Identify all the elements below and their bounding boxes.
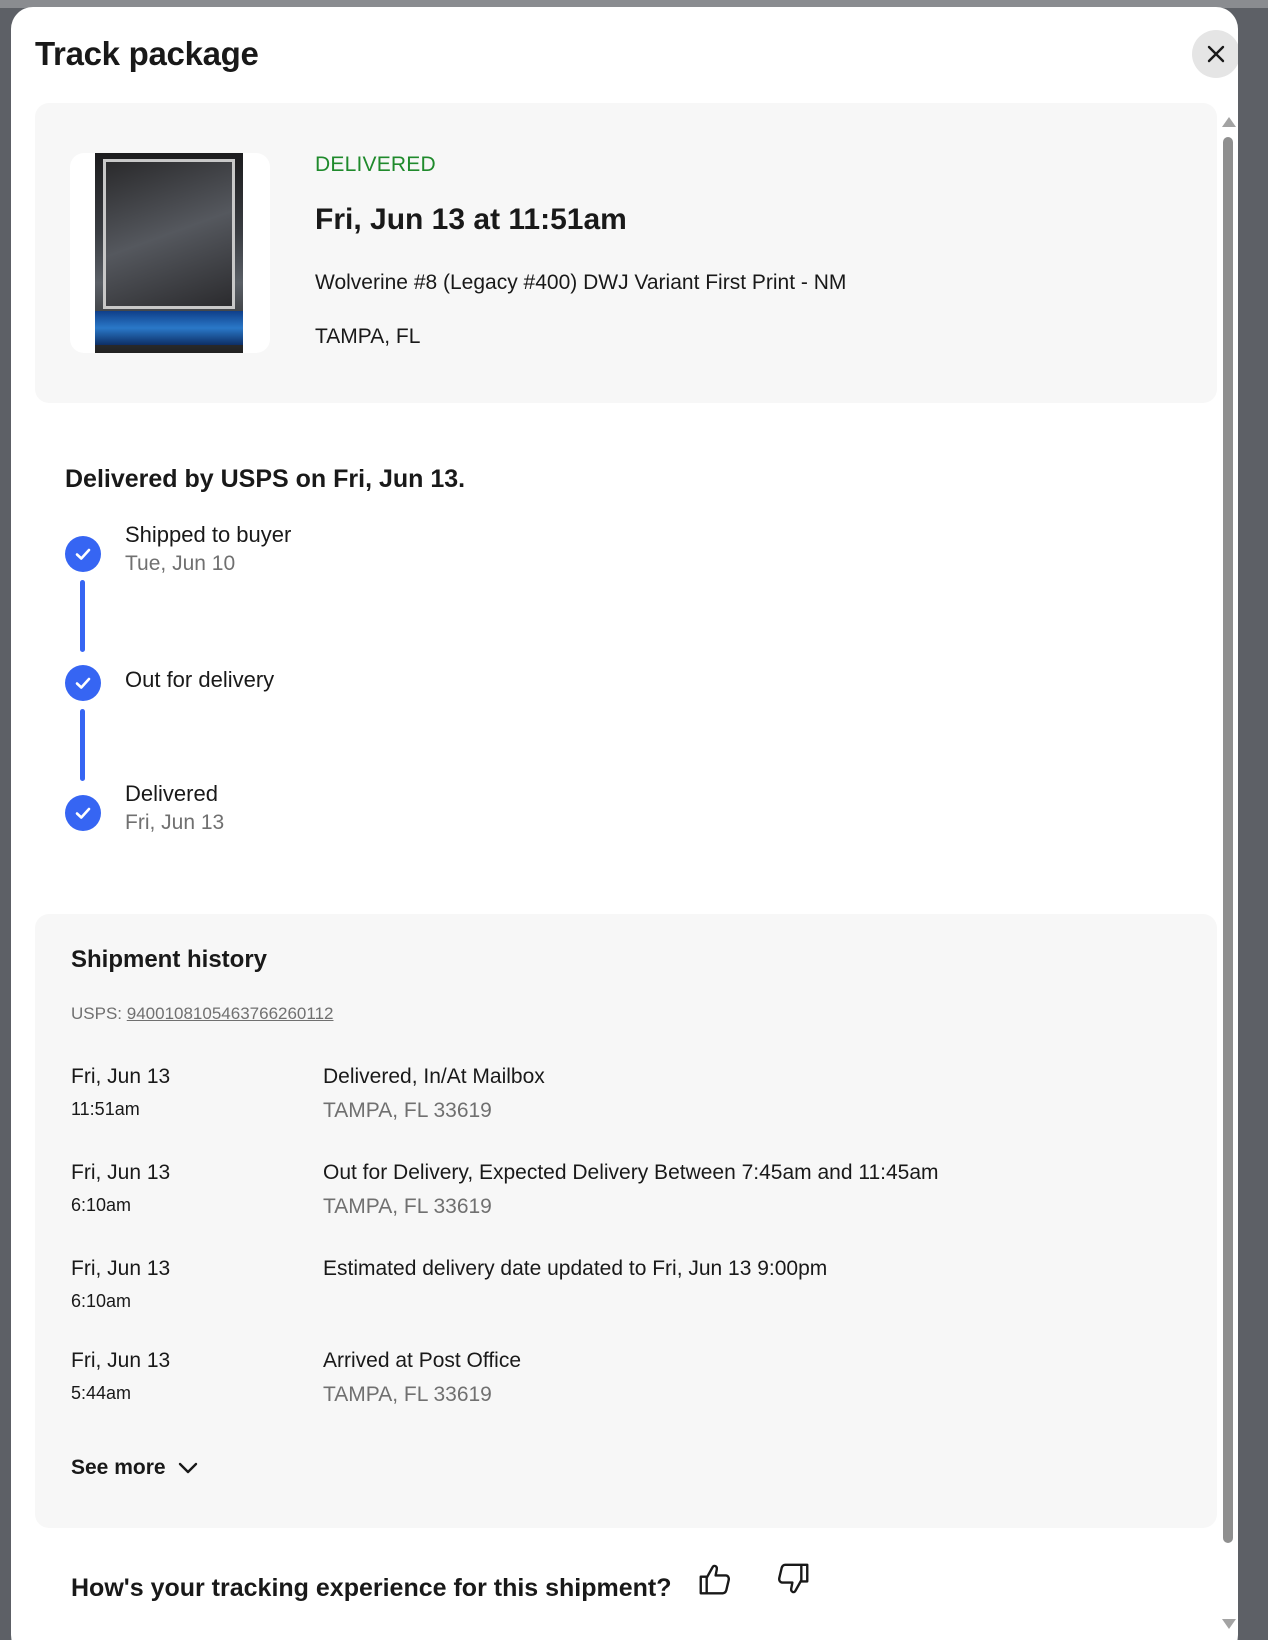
see-more-button[interactable]: See more [71,1456,200,1480]
event-date: Fri, Jun 13 [71,1065,171,1088]
step-label: Shipped to buyer [125,522,292,547]
delivery-location: TAMPA, FL [315,325,421,348]
shipment-history-title: Shipment history [71,946,268,973]
thumbs-up-button[interactable] [693,1557,737,1601]
event-date: Fri, Jun 13 [71,1161,171,1184]
modal-scrollbar[interactable] [1220,107,1236,1640]
event-time: 11:51am [71,1099,140,1119]
see-more-label: See more [71,1456,166,1479]
progress-connector [80,580,85,652]
scroll-down-arrow-icon[interactable] [1222,1619,1236,1629]
progress-connector [80,709,85,781]
event-location: TAMPA, FL 33619 [323,1195,492,1218]
event-description: Delivered, In/At Mailbox [323,1065,545,1088]
tracking-number-link[interactable]: 9400108105463766260112 [127,1004,334,1023]
modal-title: Track package [35,35,259,72]
item-image [95,153,243,353]
thumbs-down-button[interactable] [771,1557,815,1601]
step-check-icon [65,665,101,701]
event-time: 6:10am [71,1195,132,1215]
event-date: Fri, Jun 13 [71,1257,171,1280]
delivered-by-headline: Delivered by USPS on Fri, Jun 13. [65,465,466,493]
step-check-icon [65,795,101,831]
check-icon [75,548,91,560]
step-date: Tue, Jun 10 [125,552,236,575]
tracking-info: USPS: 9400108105463766260112 [71,1004,334,1024]
event-location: TAMPA, FL 33619 [323,1099,492,1122]
close-icon [1207,45,1225,63]
item-thumbnail[interactable] [70,153,270,353]
event-location: TAMPA, FL 33619 [323,1383,492,1406]
item-title: Wolverine #8 (Legacy #400) DWJ Variant F… [315,271,847,294]
track-package-modal: Track package DELIVERED Fri, Jun 13 at 1… [11,7,1238,1640]
delivery-datetime: Fri, Jun 13 at 11:51am [315,203,627,236]
comic-cover-graphic [103,159,235,309]
step-label: Out for delivery [125,667,275,692]
event-description: Arrived at Post Office [323,1349,522,1372]
step-label: Delivered [125,781,218,806]
thumbs-up-icon [699,1564,730,1595]
check-icon [75,677,91,689]
event-time: 5:44am [71,1383,132,1403]
scroll-up-arrow-icon[interactable] [1222,117,1236,127]
comic-base-graphic [95,311,243,345]
event-time: 6:10am [71,1291,132,1311]
shipment-history-card: Shipment history USPS: 94001081054637662… [35,914,1217,1528]
event-description: Estimated delivery date updated to Fri, … [323,1257,828,1280]
step-date: Fri, Jun 13 [125,811,225,834]
event-date: Fri, Jun 13 [71,1349,171,1372]
scroll-thumb[interactable] [1223,137,1233,1543]
step-check-icon [65,536,101,572]
event-description: Out for Delivery, Expected Delivery Betw… [323,1161,939,1184]
check-icon [75,807,91,819]
delivery-status-label: DELIVERED [315,153,436,176]
carrier-prefix: USPS: [71,1004,127,1023]
close-button[interactable] [1192,30,1238,78]
thumbs-down-icon [778,1563,809,1594]
tracking-feedback-question: How's your tracking experience for this … [71,1574,672,1602]
delivery-summary-card: DELIVERED Fri, Jun 13 at 11:51am Wolveri… [35,103,1217,403]
chevron-down-icon [178,1462,197,1474]
